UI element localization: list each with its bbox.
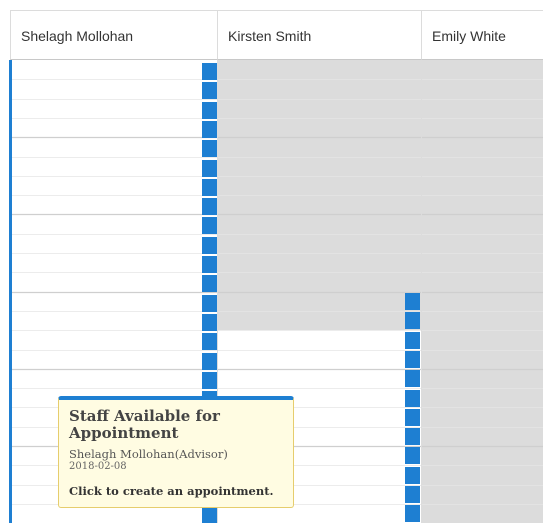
tooltip-create-appointment-link[interactable]: Click to create an appointment.	[69, 485, 283, 498]
staff-name-label: Emily White	[432, 28, 506, 44]
tooltip-staff-name: Shelagh Mollohan(Advisor)	[69, 447, 228, 461]
available-slot[interactable]	[405, 370, 420, 387]
available-slot[interactable]	[405, 293, 420, 310]
column-header-shelagh-mollohan[interactable]: Shelagh Mollohan	[10, 10, 217, 60]
available-slot[interactable]	[405, 467, 420, 484]
available-slot[interactable]	[405, 312, 420, 329]
available-slot[interactable]	[202, 179, 217, 196]
available-slot[interactable]	[405, 486, 420, 503]
available-slot[interactable]	[202, 82, 217, 99]
available-slot[interactable]	[405, 505, 420, 522]
available-slot[interactable]	[202, 217, 217, 234]
time-slot-grid[interactable]	[422, 60, 543, 523]
available-slot[interactable]	[202, 256, 217, 273]
unavailable-block	[218, 60, 421, 330]
available-slot[interactable]	[405, 447, 420, 464]
calendar-header: Shelagh Mollohan Kirsten Smith Emily Whi…	[0, 0, 543, 60]
available-slot[interactable]	[405, 332, 420, 349]
staff-name-label: Kirsten Smith	[228, 28, 312, 44]
available-slot[interactable]	[202, 102, 217, 119]
available-slot[interactable]	[202, 507, 217, 523]
schedule-column-emily-white[interactable]	[421, 60, 543, 523]
tooltip-date: 2018-02-08	[69, 461, 127, 472]
available-slot[interactable]	[202, 353, 217, 370]
staff-name-label: Shelagh Mollohan	[21, 28, 134, 44]
column-header-emily-white[interactable]: Emily White	[421, 10, 543, 60]
available-slot[interactable]	[202, 275, 217, 292]
tooltip-title: Staff Available for Appointment	[69, 407, 220, 442]
available-slot[interactable]	[202, 160, 217, 177]
available-slot[interactable]	[202, 372, 217, 389]
available-slot[interactable]	[405, 428, 420, 445]
available-slot[interactable]	[202, 140, 217, 157]
available-slot[interactable]	[202, 63, 217, 80]
availability-tooltip[interactable]: Staff Available for Appointment Shelagh …	[58, 396, 294, 508]
unavailable-block	[422, 60, 543, 523]
available-slot[interactable]	[405, 390, 420, 407]
available-slot[interactable]	[202, 121, 217, 138]
available-slot[interactable]	[202, 237, 217, 254]
available-slot[interactable]	[202, 333, 217, 350]
available-slot[interactable]	[405, 351, 420, 368]
column-header-kirsten-smith[interactable]: Kirsten Smith	[217, 10, 421, 60]
available-slot[interactable]	[405, 409, 420, 426]
available-slot[interactable]	[202, 314, 217, 331]
available-slot[interactable]	[202, 198, 217, 215]
available-slot[interactable]	[202, 295, 217, 312]
